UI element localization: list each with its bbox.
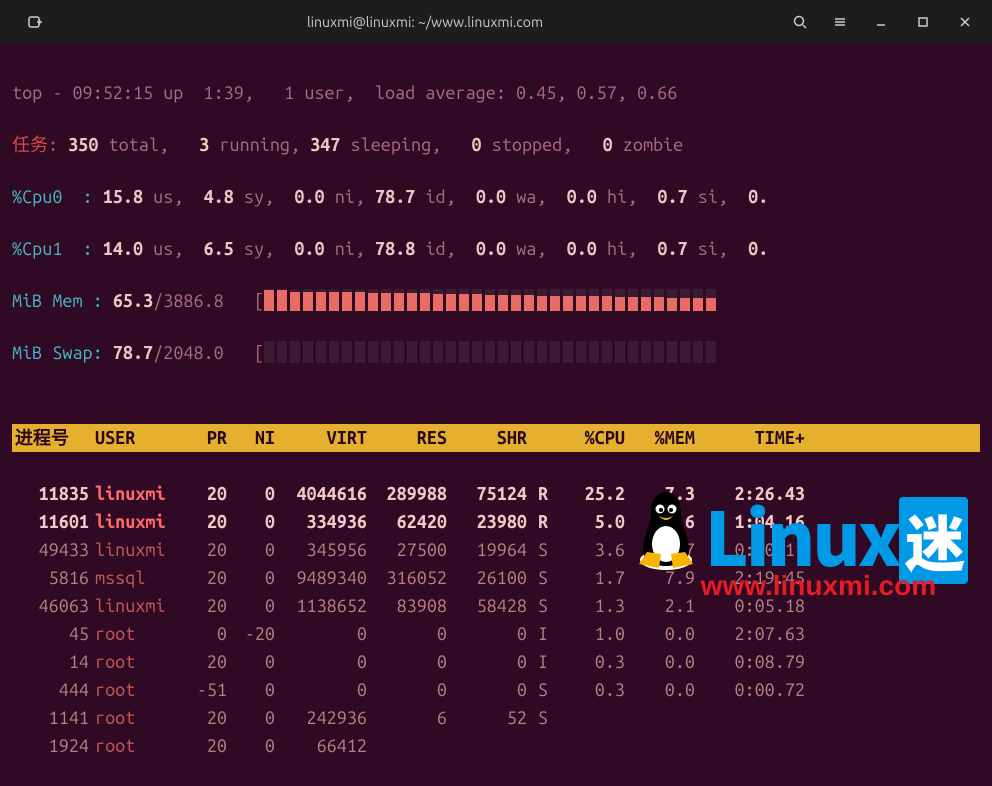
table-row: 5816mssql200948934031605226100S1.77.92:1… (12, 564, 980, 592)
cpu1-line: %Cpu1 : 14.0 us, 6.5 sy, 0.0 ni, 78.8 id… (12, 236, 980, 262)
table-row: 1924root20066412 (12, 732, 980, 760)
search-icon[interactable] (780, 7, 820, 37)
swap-line: MiB Swap: 78.7/2048.0 [ (12, 340, 980, 366)
top-summary: top - 09:52:15 up 1:39, 1 user, load ave… (12, 80, 980, 106)
col-res: RES (370, 425, 450, 451)
menu-icon[interactable] (820, 7, 860, 37)
mem-line: MiB Mem : 65.3/3886.8 [ (12, 288, 980, 314)
table-row: 46063linuxmi20011386528390858428S1.32.10… (12, 592, 980, 620)
cpu0-line: %Cpu0 : 15.8 us, 4.8 sy, 0.0 ni, 78.7 id… (12, 184, 980, 210)
memory-bar (264, 289, 719, 311)
close-button[interactable] (944, 7, 986, 37)
col-ni: NI (230, 425, 278, 451)
col-mem: %MEM (628, 425, 698, 451)
table-row: 11835linuxmi200404461628998875124R25.27.… (12, 480, 980, 508)
table-row: 45root0-20000I1.00.02:07.63 (12, 620, 980, 648)
new-tab-button[interactable] (15, 7, 55, 37)
col-user: USER (92, 425, 182, 451)
col-cpu: %CPU (558, 425, 628, 451)
maximize-button[interactable] (902, 7, 944, 37)
table-row: 1141root200242936652S (12, 704, 980, 732)
col-virt: VIRT (278, 425, 370, 451)
process-header: 进程号 USER PR NI VIRT RES SHR %CPU %MEM TI… (12, 424, 980, 452)
col-shr: SHR (450, 425, 530, 451)
window-title: linuxmi@linuxmi: ~/www.linuxmi.com (70, 14, 780, 30)
table-row: 14root200000I0.30.00:08.79 (12, 648, 980, 676)
table-row: 11601linuxmi2003349366242023980R5.01.61:… (12, 508, 980, 536)
minimize-button[interactable] (860, 7, 902, 37)
col-time: TIME+ (698, 425, 808, 451)
swap-bar (264, 341, 719, 363)
terminal-output: top - 09:52:15 up 1:39, 1 user, load ave… (0, 44, 992, 786)
window-titlebar: linuxmi@linuxmi: ~/www.linuxmi.com (0, 0, 992, 44)
col-pr: PR (182, 425, 230, 451)
tasks-line: 任务: 350 total, 3 running, 347 sleeping, … (12, 132, 980, 158)
col-pid: 进程号 (12, 425, 92, 451)
process-list: 11835linuxmi200404461628998875124R25.27.… (12, 480, 980, 760)
table-row: 49433linuxmi2003459562750019964S3.60.70:… (12, 536, 980, 564)
table-row: 444root-510000S0.30.00:00.72 (12, 676, 980, 704)
